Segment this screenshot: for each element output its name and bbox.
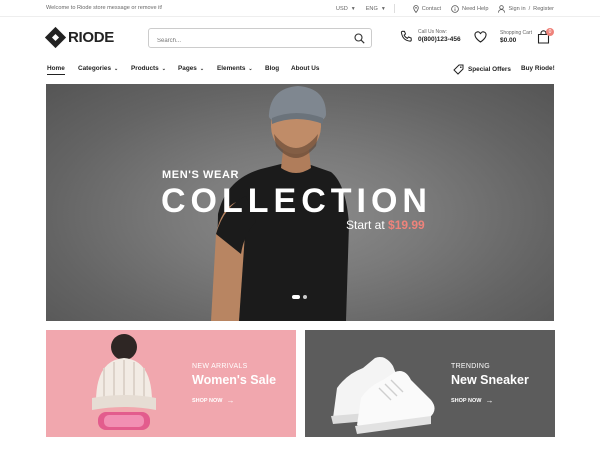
nav-label: Blog bbox=[265, 65, 280, 72]
logo-mark-icon bbox=[44, 26, 67, 49]
cart-count-badge: 0 bbox=[546, 28, 554, 36]
banner-title: New Sneaker bbox=[451, 373, 529, 387]
wishlist-heart-icon[interactable] bbox=[474, 31, 487, 43]
top-bar-right: USD ▼ ENG ▼ Contact Need Help Sign in / Re… bbox=[326, 4, 554, 13]
special-offers-label: Special Offers bbox=[468, 66, 511, 73]
shopping-cart-summary[interactable]: Shopping Cart $0.00 bbox=[500, 30, 532, 44]
buy-riode-link[interactable]: Buy Riode! bbox=[521, 65, 555, 72]
nav-label: Pages bbox=[178, 65, 197, 72]
banner-overline: TRENDING bbox=[451, 363, 490, 370]
nav-label: Elements bbox=[217, 65, 246, 72]
user-icon bbox=[498, 4, 506, 13]
tag-icon bbox=[453, 64, 464, 75]
call-us[interactable]: Call Us Now: 0(800)123-456 bbox=[400, 29, 461, 43]
currency-value: USD bbox=[335, 5, 348, 12]
main-nav: Home Categories ⌄ Products ⌄ Pages ⌄ Elemen… bbox=[0, 61, 600, 78]
special-offers-link[interactable]: Special Offers bbox=[453, 64, 511, 75]
chevron-down-icon: ▼ bbox=[380, 5, 386, 12]
language-select[interactable]: ENG ▼ bbox=[366, 6, 386, 12]
banner-title: Women's Sale bbox=[192, 373, 277, 387]
cart-button[interactable]: 0 bbox=[537, 28, 554, 49]
nav-label: Products bbox=[131, 65, 159, 72]
shop-now-label: SHOP NOW bbox=[192, 397, 223, 404]
header: RIODE Call Us Now: 0(800)123-456 Shoppin… bbox=[0, 17, 600, 61]
register-link[interactable]: Register bbox=[533, 6, 554, 12]
nav-item-pages[interactable]: Pages ⌄ bbox=[178, 65, 204, 72]
shop-now-link[interactable]: SHOP NOW → bbox=[192, 396, 234, 405]
chevron-down-icon: ▼ bbox=[350, 5, 356, 12]
account-links: Sign in / Register bbox=[498, 4, 554, 13]
banner-womens-sale[interactable]: NEW ARRIVALS Women's Sale SHOP NOW → bbox=[46, 330, 296, 437]
search-box bbox=[148, 28, 372, 50]
signin-link[interactable]: Sign in bbox=[508, 6, 525, 12]
hero-overline: MEN'S WEAR bbox=[162, 169, 240, 181]
help-label: Need Help bbox=[462, 5, 489, 12]
nav-item-about[interactable]: About Us bbox=[291, 65, 319, 72]
nav-item-home[interactable]: Home bbox=[47, 65, 65, 75]
nav-item-elements[interactable]: Elements ⌄ bbox=[217, 65, 253, 72]
banner-overline: NEW ARRIVALS bbox=[192, 363, 248, 370]
store-message: Welcome to Riode store message or remove… bbox=[46, 5, 163, 11]
nav-label: Home bbox=[47, 65, 65, 75]
arrow-right-icon: → bbox=[226, 396, 235, 405]
hero-subtitle: Start at $19.99 bbox=[346, 218, 425, 232]
hero-slider[interactable]: MEN'S WEAR COLLECTION Start at $19.99 bbox=[46, 84, 554, 321]
language-value: ENG bbox=[365, 5, 378, 12]
logo[interactable]: RIODE bbox=[44, 26, 115, 49]
nav-item-blog[interactable]: Blog bbox=[265, 65, 279, 72]
nav-item-categories[interactable]: Categories ⌄ bbox=[78, 65, 118, 72]
shop-now-label: SHOP NOW bbox=[451, 397, 482, 404]
help-link[interactable]: Need Help bbox=[451, 4, 489, 13]
slider-dots bbox=[292, 295, 310, 299]
chevron-down-icon: ⌄ bbox=[248, 65, 253, 72]
divider bbox=[393, 4, 395, 13]
hero-title: COLLECTION bbox=[161, 182, 432, 220]
search-input[interactable] bbox=[149, 32, 339, 50]
cart-label: Shopping Cart bbox=[500, 30, 532, 36]
nav-label: About Us bbox=[291, 65, 320, 72]
chevron-down-icon: ⌄ bbox=[199, 65, 205, 72]
location-pin-icon bbox=[413, 4, 419, 13]
arrow-right-icon: → bbox=[485, 396, 494, 405]
contact-link[interactable]: Contact bbox=[413, 4, 442, 13]
banner-new-sneaker[interactable]: TRENDING New Sneaker SHOP NOW → bbox=[305, 330, 555, 437]
logo-text: RIODE bbox=[68, 29, 115, 46]
phone-icon bbox=[400, 30, 412, 42]
call-number: 0(800)123-456 bbox=[418, 36, 461, 43]
chevron-down-icon: ⌄ bbox=[114, 65, 119, 72]
slash-separator: / bbox=[528, 5, 531, 12]
slider-dot-active[interactable] bbox=[292, 295, 300, 299]
info-circle-icon bbox=[451, 4, 459, 13]
hero-price-prefix: Start at bbox=[346, 218, 385, 232]
slider-dot[interactable] bbox=[303, 295, 307, 299]
search-icon[interactable] bbox=[354, 33, 365, 44]
nav-label: Categories bbox=[78, 65, 112, 72]
shop-now-link[interactable]: SHOP NOW → bbox=[451, 396, 493, 405]
cart-total: $0.00 bbox=[500, 37, 517, 44]
currency-select[interactable]: USD ▼ bbox=[336, 6, 356, 12]
chevron-down-icon: ⌄ bbox=[161, 65, 166, 72]
hero-price: $19.99 bbox=[388, 218, 425, 232]
top-bar: Welcome to Riode store message or remove… bbox=[0, 0, 600, 17]
call-label: Call Us Now: bbox=[418, 29, 447, 35]
contact-label: Contact bbox=[421, 5, 442, 12]
nav-item-products[interactable]: Products ⌄ bbox=[131, 65, 166, 72]
